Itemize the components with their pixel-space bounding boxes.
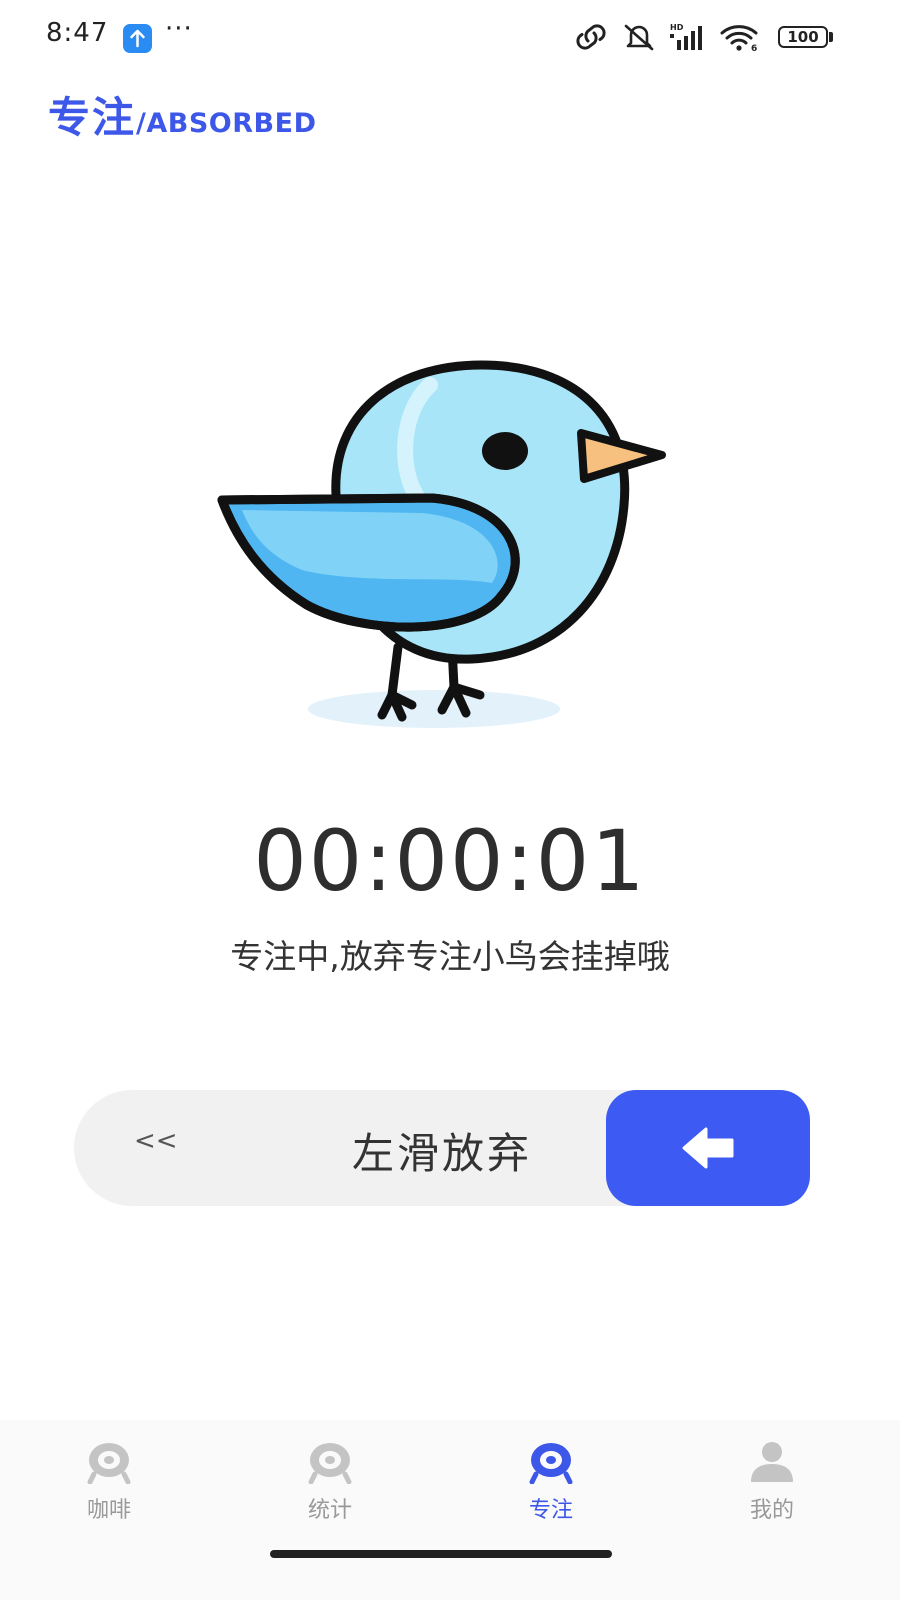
nav-label-focus: 专注 [528, 1498, 573, 1523]
nav-label-profile: 我的 [749, 1498, 794, 1523]
stats-icon [308, 1443, 352, 1484]
hd-signal-icon: HD [670, 23, 702, 50]
focus-hint: 专注中,放弃专注小鸟会挂掉哦 [230, 937, 670, 976]
svg-text:HD: HD [670, 23, 684, 32]
battery-level: 100 [787, 28, 819, 46]
upload-icon [123, 24, 152, 53]
battery-icon: 100 [778, 26, 828, 48]
nav-label-coffee: 咖啡 [86, 1498, 131, 1523]
status-bar: 8:47 ··· HD 6 100 [0, 0, 900, 74]
nav-item-focus[interactable]: 专注 [491, 1440, 611, 1524]
nav-item-profile[interactable]: 我的 [712, 1440, 832, 1524]
slider-thumb[interactable] [606, 1090, 810, 1206]
svg-text:6: 6 [751, 44, 757, 52]
battery-tip [829, 32, 833, 42]
nav-item-stats[interactable]: 统计 [270, 1440, 390, 1524]
focus-icon [529, 1443, 573, 1484]
wifi-icon: 6 [720, 25, 758, 52]
mute-icon [624, 24, 654, 51]
nav-label-stats: 统计 [307, 1498, 352, 1523]
page-title-en: /ABSORBED [136, 108, 317, 139]
page-title-cn: 专注 [48, 93, 137, 142]
bird-illustration [212, 355, 682, 740]
arrow-left-icon [682, 1127, 734, 1169]
home-indicator[interactable] [270, 1550, 612, 1558]
link-icon [576, 24, 606, 50]
page-title: 专注/ABSORBED [48, 84, 316, 145]
nav-item-coffee[interactable]: 咖啡 [49, 1440, 169, 1524]
profile-icon [751, 1442, 793, 1482]
more-icon: ··· [165, 14, 193, 44]
focus-timer: 00:00:01 [253, 812, 647, 910]
coffee-icon [87, 1443, 131, 1484]
status-time: 8:47 [46, 18, 109, 48]
